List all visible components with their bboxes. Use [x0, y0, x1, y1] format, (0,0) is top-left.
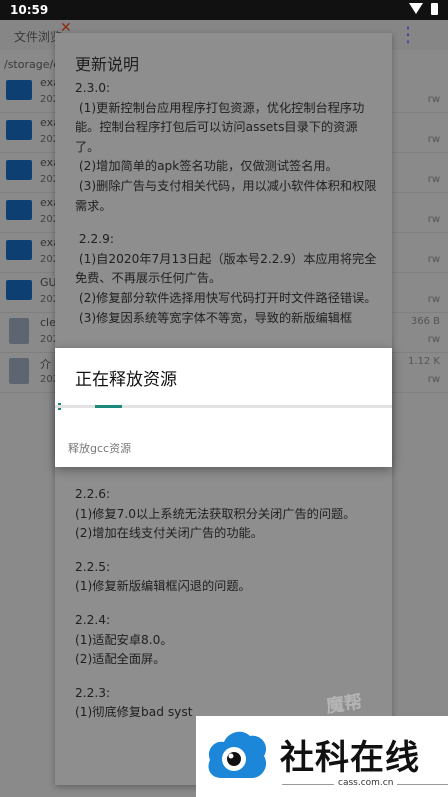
changelog-paragraph: 2.2.9: (1)自2020年7月13日起（版本号2.2.9）本应用将完全免费…	[75, 232, 377, 325]
changelog-line: 2.2.4:	[75, 612, 111, 627]
file-permission: rw	[427, 294, 440, 305]
folder-icon	[6, 160, 32, 180]
battery-icon	[431, 3, 438, 15]
changelog-line: (1)修复7.0以上系统无法获取积分关闭广告的问题。	[75, 506, 356, 521]
progress-bar-fill	[95, 405, 123, 408]
folder-icon	[6, 200, 32, 220]
progress-bar	[55, 405, 392, 408]
current-path: /storage/e	[4, 58, 60, 71]
watermark-brand: 社科在线	[280, 738, 420, 778]
status-bar: 10:59	[0, 0, 448, 20]
changelog-paragraph: 2.3.0: (1)更新控制台应用程序打包资源，优化控制台程序功能。控制台程序打…	[75, 81, 377, 213]
status-icons	[409, 3, 438, 15]
watermark-faint-text: 魔帮	[324, 691, 364, 718]
folder-icon	[6, 80, 32, 100]
folder-icon	[6, 240, 32, 260]
status-time: 10:59	[10, 3, 49, 17]
file-permission: rw	[427, 174, 440, 185]
changelog-content-lower: 2.2.6: (1)修复7.0以上系统无法获取积分关闭广告的问题。 (2)增加在线支…	[75, 485, 380, 723]
code-file-icon	[9, 318, 29, 344]
folder-icon	[6, 280, 32, 300]
document-icon	[9, 358, 29, 384]
file-permission: rw	[427, 374, 440, 385]
watermark-site: cass.com.cn	[281, 778, 448, 788]
file-permission: rw	[427, 214, 440, 225]
file-size: 1.12 K	[407, 356, 440, 367]
file-size: 366 B	[410, 316, 440, 327]
changelog-line: 2.2.5:	[75, 559, 111, 574]
changelog-line: (2)增加在线支付关闭广告的功能。	[75, 526, 263, 541]
watermark-logo: 社科在线 cass.com.cn	[196, 716, 448, 797]
changelog-line: (1)修复新版编辑框闪退的问题。	[75, 579, 251, 594]
progress-dialog: 正在释放资源 释放gcc资源	[55, 348, 392, 467]
changelog-line: 2.2.6:	[75, 487, 111, 501]
file-name: cle	[40, 316, 56, 329]
changelog-line: (1)适配安卓8.0。	[75, 632, 173, 647]
file-permission: rw	[427, 134, 440, 145]
changelog-title: 更新说明	[75, 55, 140, 74]
progress-title: 正在释放资源	[75, 370, 177, 390]
folder-icon	[6, 120, 32, 140]
file-name: 介	[40, 358, 51, 371]
changelog-content-upper: 2.3.0: (1)更新控制台应用程序打包资源，优化控制台程序功能。控制台程序打…	[75, 79, 380, 328]
wifi-icon	[409, 3, 423, 15]
overflow-menu-icon[interactable]: ⋮	[398, 24, 418, 44]
file-permission: rw	[427, 334, 440, 345]
file-permission: rw	[427, 254, 440, 265]
changelog-line: (2)适配全面屏。	[75, 652, 166, 667]
progress-message: 释放gcc资源	[68, 442, 132, 455]
cloud-logo-icon	[208, 731, 267, 778]
file-permission: rw	[427, 94, 440, 105]
